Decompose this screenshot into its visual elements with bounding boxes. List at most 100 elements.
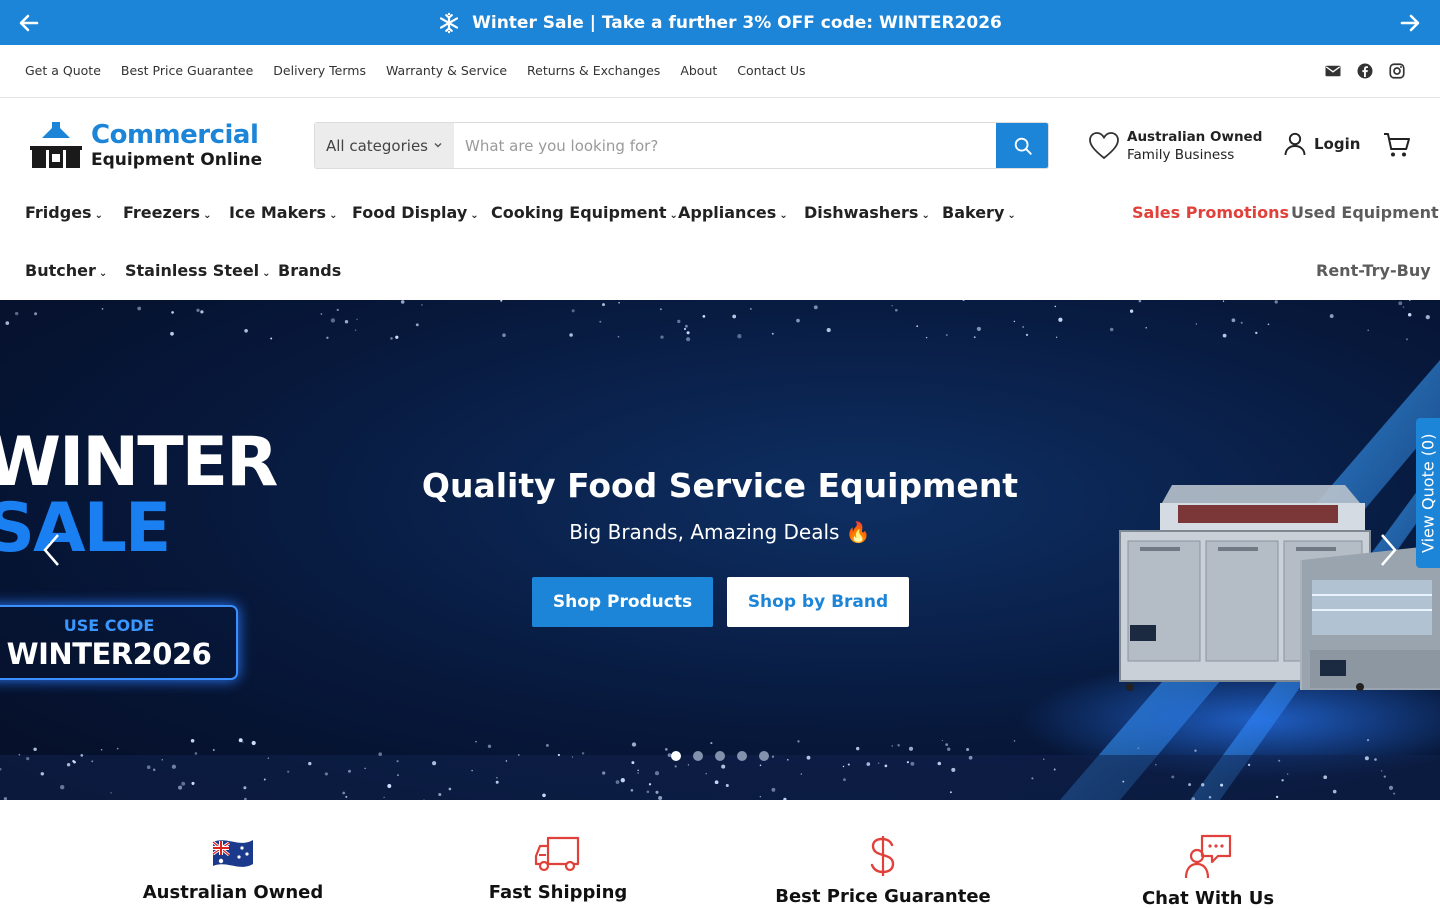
carousel-dot-3[interactable] [715, 751, 725, 761]
snow-particle [364, 767, 366, 770]
cart-icon[interactable] [1383, 131, 1411, 159]
link-delivery-terms[interactable]: Delivery Terms [273, 63, 366, 78]
snow-particle [786, 758, 789, 761]
mail-icon[interactable] [1324, 62, 1342, 80]
snow-particle [1220, 783, 1224, 787]
category-select[interactable]: All categories [315, 123, 454, 168]
snow-particle [545, 743, 549, 747]
snow-particle [1222, 333, 1227, 338]
snow-particle [1195, 323, 1198, 325]
view-quote-tab[interactable]: View Quote (0) [1416, 418, 1440, 568]
snow-particle [1138, 300, 1142, 303]
hero-title: Quality Food Service Equipment [421, 466, 1019, 505]
link-warranty-service[interactable]: Warranty & Service [386, 63, 507, 78]
nav-ice-makers[interactable]: Ice Makers ⌄ [229, 203, 337, 222]
carousel-dot-5[interactable] [759, 751, 769, 761]
snow-particle [1145, 326, 1147, 329]
link-get-a-quote[interactable]: Get a Quote [25, 63, 101, 78]
snow-particle [336, 308, 339, 312]
carousel-dot-1[interactable] [671, 751, 681, 761]
snow-particle [714, 780, 719, 785]
instagram-icon[interactable] [1388, 62, 1406, 80]
category-select-value: All categories [326, 136, 428, 155]
snow-particle [354, 329, 357, 331]
nav-dishwashers[interactable]: Dishwashers ⌄ [804, 203, 930, 222]
announcement-text[interactable]: Winter Sale | Take a further 3% OFF code… [472, 13, 1002, 33]
chevron-down-icon: ⌄ [1007, 210, 1016, 221]
nav-rent-try-buy[interactable]: Rent-Try-Buy [1316, 261, 1431, 280]
carousel-dot-4[interactable] [737, 751, 747, 761]
snow-particle [750, 308, 752, 310]
search-bar: All categories [314, 122, 1049, 169]
snow-particle [326, 336, 329, 339]
snow-particle [1122, 780, 1125, 783]
shop-products-button[interactable]: Shop Products [532, 577, 713, 627]
utility-links: Get a Quote Best Price Guarantee Deliver… [25, 62, 806, 80]
nav-fridges[interactable]: Fridges ⌄ [25, 203, 103, 222]
badge-line2: Family Business [1127, 147, 1235, 163]
snow-particle [1013, 740, 1016, 742]
nav-used-equipment[interactable]: Used Equipment [1291, 203, 1439, 222]
link-contact-us[interactable]: Contact Us [737, 63, 805, 78]
nav-appliances[interactable]: Appliances ⌄ [678, 203, 788, 222]
nav-label: Bakery [942, 203, 1005, 222]
snow-particle [806, 755, 811, 760]
carousel-next-icon[interactable] [1376, 532, 1400, 568]
search-button[interactable] [996, 123, 1048, 168]
snow-particle [937, 761, 942, 766]
snow-particle [771, 755, 775, 758]
snow-particle [951, 767, 956, 772]
snow-particle [894, 308, 898, 312]
snow-particle [1208, 795, 1212, 799]
feature-best-price: Best Price Guarantee [758, 834, 1008, 907]
link-about[interactable]: About [680, 63, 717, 78]
snow-particle [1013, 320, 1016, 323]
snow-particle [60, 785, 65, 790]
snow-particle [400, 300, 405, 304]
snow-particle [270, 337, 273, 340]
snow-particle [517, 754, 520, 756]
chevron-down-icon: ⌄ [98, 268, 108, 279]
nav-food-display[interactable]: Food Display ⌄ [352, 203, 479, 222]
nav-butcher[interactable]: Butcher ⌄ [25, 261, 107, 280]
snow-particle [686, 331, 690, 335]
snow-particle [1055, 336, 1058, 338]
nav-cooking-equipment[interactable]: Cooking Equipment ⌄ [491, 203, 678, 222]
link-returns-exchanges[interactable]: Returns & Exchanges [527, 63, 660, 78]
snow-particle [884, 764, 888, 768]
snow-particle [1367, 329, 1369, 331]
snow-particle [496, 777, 498, 779]
snow-particle [945, 743, 949, 746]
snow-particle [976, 326, 981, 331]
arrow-right-icon[interactable] [1398, 11, 1422, 35]
snow-particle [1129, 309, 1134, 313]
carousel-dot-2[interactable] [693, 751, 703, 761]
chevron-down-icon: ⌄ [94, 210, 103, 221]
snow-particle [759, 795, 762, 798]
nav-stainless-steel[interactable]: Stainless Steel ⌄ [125, 261, 271, 280]
nav-brands[interactable]: Brands [278, 261, 341, 280]
link-best-price-guarantee[interactable]: Best Price Guarantee [121, 63, 253, 78]
snow-particle [581, 752, 585, 755]
logo[interactable]: Commercial Equipment Online [30, 120, 270, 172]
carousel-prev-icon[interactable] [40, 532, 64, 568]
shop-by-brand-button[interactable]: Shop by Brand [727, 577, 909, 627]
search-input[interactable] [454, 123, 996, 168]
chevron-down-icon: ⌄ [329, 210, 338, 221]
snow-particle [571, 756, 574, 758]
nav-bakery[interactable]: Bakery ⌄ [942, 203, 1016, 222]
snow-particle [941, 739, 944, 742]
snow-particle [908, 746, 914, 751]
nav-freezers[interactable]: Freezers ⌄ [123, 203, 211, 222]
snow-particle [238, 738, 243, 743]
login-button[interactable]: Login [1284, 132, 1360, 156]
snow-particle [137, 306, 142, 311]
snow-particle [1409, 300, 1411, 301]
facebook-icon[interactable] [1356, 62, 1374, 80]
snow-particle [1366, 738, 1370, 742]
code-label: USE CODE [63, 616, 155, 635]
snow-particle [771, 332, 774, 335]
login-label: Login [1314, 135, 1361, 153]
snow-particle [968, 755, 973, 760]
nav-sales-promotions[interactable]: Sales Promotions [1132, 203, 1289, 222]
